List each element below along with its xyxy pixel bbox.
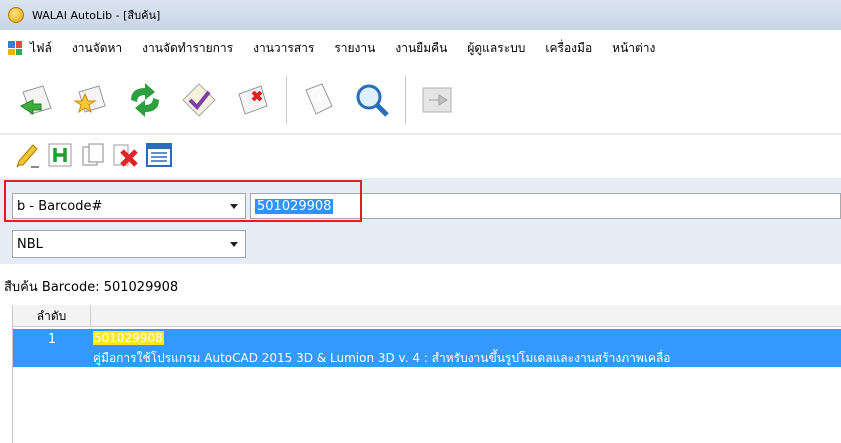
approve-button[interactable] bbox=[176, 77, 222, 123]
header-h-icon bbox=[48, 143, 72, 167]
chevron-down-icon bbox=[230, 204, 238, 209]
delete-button[interactable] bbox=[111, 140, 141, 170]
window-title: WALAI AutoLib - [สืบค้น] bbox=[32, 9, 161, 22]
menu-admin[interactable]: ผู้ดูแลระบบ bbox=[467, 39, 525, 58]
row-barcode: 501029908 bbox=[93, 331, 164, 345]
delete-x-icon bbox=[113, 144, 138, 167]
record-toolbar bbox=[0, 138, 841, 172]
search-field-select[interactable]: b - Barcode# bbox=[12, 193, 246, 219]
export-button[interactable] bbox=[414, 77, 460, 123]
menu-cataloging[interactable]: งานจัดทำรายการ bbox=[142, 39, 233, 58]
toolbar-separator bbox=[286, 76, 287, 124]
import-icon bbox=[20, 85, 52, 115]
search-input[interactable]: 501029908 bbox=[250, 193, 841, 219]
column-header-order[interactable]: ลำดับ bbox=[13, 304, 91, 327]
toolbar-divider bbox=[0, 133, 841, 135]
export-icon bbox=[422, 87, 452, 113]
star-folder-icon bbox=[73, 85, 106, 114]
header-button[interactable] bbox=[45, 140, 75, 170]
library-select[interactable]: NBL bbox=[12, 230, 246, 258]
menu-circulation[interactable]: งานยืมคืน bbox=[395, 39, 447, 58]
toolbar-separator bbox=[405, 76, 406, 124]
menu-window[interactable]: หน้าต่าง bbox=[612, 39, 655, 58]
copy-pages-icon bbox=[82, 143, 104, 166]
search-input-value: 501029908 bbox=[255, 198, 334, 214]
windows-app-icon[interactable] bbox=[8, 41, 22, 55]
checkmark-icon bbox=[182, 83, 216, 117]
edit-button[interactable] bbox=[12, 140, 42, 170]
title-bar: WALAI AutoLib - [สืบค้น] bbox=[0, 0, 841, 30]
row-title: คู่มือการใช้โปรแกรม AutoCAD 2015 3D & Lu… bbox=[93, 351, 671, 365]
results-grid[interactable]: ลำดับ 1 501029908 คู่มือการใช้โปรแกรม Au… bbox=[12, 304, 841, 443]
import-button[interactable] bbox=[14, 77, 60, 123]
menu-reports[interactable]: รายงาน bbox=[334, 39, 375, 58]
menu-serials[interactable]: งานวารสาร bbox=[253, 39, 314, 58]
search-field-value: b - Barcode# bbox=[17, 198, 103, 214]
menu-file[interactable]: ไฟล์ bbox=[30, 39, 52, 58]
favorite-button[interactable] bbox=[68, 77, 114, 123]
menu-acquisition[interactable]: งานจัดหา bbox=[72, 39, 122, 58]
page-icon bbox=[305, 83, 333, 115]
copy-button[interactable] bbox=[78, 140, 108, 170]
edit-pencil-icon bbox=[16, 144, 39, 168]
menu-bar: ไฟล์ งานจัดหา งานจัดทำรายการ งานวารสาร ร… bbox=[0, 36, 841, 60]
search-button[interactable] bbox=[349, 77, 395, 123]
delete-icon bbox=[238, 85, 268, 115]
chevron-down-icon bbox=[230, 242, 238, 247]
app-logo-icon bbox=[8, 7, 24, 23]
row-index: 1 bbox=[47, 332, 57, 347]
list-view-icon bbox=[146, 143, 172, 167]
remove-button[interactable] bbox=[230, 77, 276, 123]
magnifier-icon bbox=[356, 84, 389, 117]
main-toolbar bbox=[0, 70, 841, 130]
list-view-button[interactable] bbox=[144, 140, 174, 170]
recycle-icon bbox=[131, 83, 159, 117]
grid-header: ลำดับ bbox=[13, 304, 841, 327]
new-page-button[interactable] bbox=[295, 77, 341, 123]
table-row[interactable]: 1 501029908 คู่มือการใช้โปรแกรม AutoCAD … bbox=[13, 329, 841, 367]
result-caption: สืบค้น Barcode: 501029908 bbox=[4, 280, 179, 295]
menu-tools[interactable]: เครื่องมือ bbox=[545, 39, 592, 58]
library-select-value: NBL bbox=[17, 236, 43, 252]
transfer-button[interactable] bbox=[122, 77, 168, 123]
